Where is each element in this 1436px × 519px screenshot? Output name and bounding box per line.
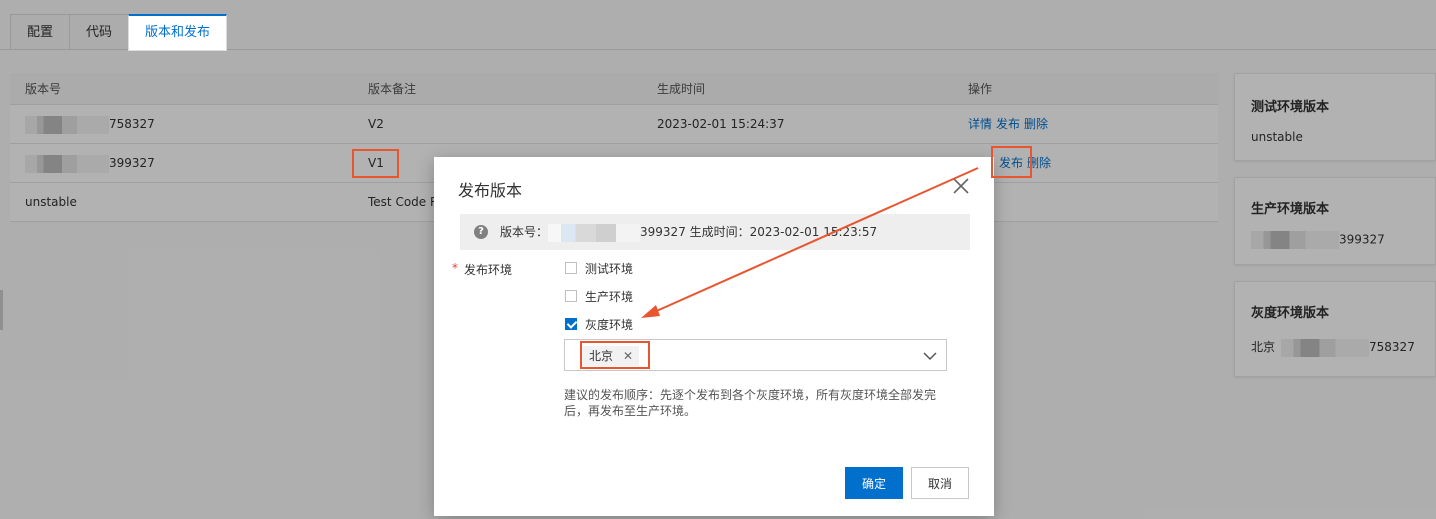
dialog-title: 发布版本 [458,181,523,200]
redacted-block [548,223,641,242]
required-mark: * [452,261,458,275]
checkbox-label: 测试环境 [585,261,634,276]
cancel-button[interactable]: 取消 [911,467,969,499]
publish-version-dialog: 发布版本 ? 版本号： 399327 生成时间：2023-02-01 15:23:… [434,157,994,516]
checkbox-box-checked[interactable] [565,318,577,330]
checkbox-label: 灰度环境 [585,317,634,332]
highlight-box-note [352,149,399,178]
checkbox-test-env[interactable]: 测试环境 [565,260,775,276]
highlight-box-publish [991,146,1032,178]
info-suffix: 399327 生成时间：2023-02-01 15:23:57 [640,225,878,239]
version-info-bar: ? 版本号： 399327 生成时间：2023-02-01 15:23:57 [460,214,970,250]
tab-versions[interactable]: 版本和发布 [128,14,228,51]
question-icon: ? [474,225,488,239]
highlight-box-region [580,341,650,369]
checkbox-prod-env[interactable]: 生产环境 [565,288,775,304]
checkbox-box[interactable] [565,290,577,302]
version-info-text: 版本号： 399327 生成时间：2023-02-01 15:23:57 [500,214,877,250]
env-label: 发布环境 [464,263,513,277]
publish-order-hint: 建议的发布顺序：先逐个发布到各个灰度环境，所有灰度环境全部发完后，再发布至生产环… [564,388,937,418]
confirm-button[interactable]: 确定 [845,467,903,499]
info-prefix: 版本号： [500,225,549,239]
chevron-down-icon[interactable] [922,348,938,364]
close-icon[interactable] [950,175,972,197]
checkbox-gray-env[interactable]: 灰度环境 [565,316,775,332]
checkbox-box[interactable] [565,262,577,274]
checkbox-label: 生产环境 [585,289,634,304]
